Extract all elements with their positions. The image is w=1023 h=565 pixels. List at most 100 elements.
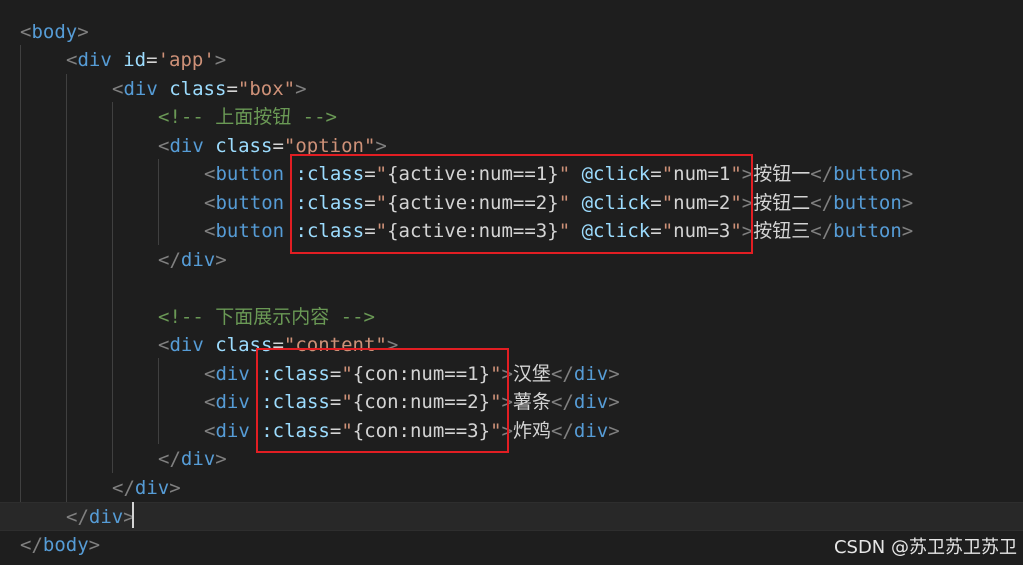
code-token-tag-name: div — [180, 448, 216, 470]
code-token-tag-punct: < — [204, 391, 216, 413]
code-line[interactable]: </div> — [0, 474, 1023, 503]
watermark: CSDN @苏卫苏卫苏卫 — [833, 537, 1017, 558]
code-line[interactable]: <div id='app'> — [0, 46, 1023, 75]
code-token-tag-name: div — [123, 78, 158, 100]
code-token-string: "box" — [237, 78, 296, 100]
text-cursor — [132, 502, 134, 528]
code-token-tag-punct: > — [901, 163, 914, 185]
code-token-tag-punct: > — [608, 420, 620, 442]
code-line-content: <div id='app'> — [66, 46, 226, 75]
code-token-plain: = — [272, 135, 284, 157]
code-token-tag-punct: </ — [112, 477, 135, 499]
code-line[interactable]: <div class="content"> — [0, 331, 1023, 360]
code-token-tag-punct: < — [204, 420, 216, 442]
code-line[interactable]: </div> — [0, 445, 1023, 474]
code-token-text: 按钮三 — [753, 220, 811, 242]
code-token-tag-name: div — [77, 49, 112, 71]
code-line[interactable]: <!-- 上面按钮 --> — [0, 103, 1023, 132]
code-token-tag-punct: </ — [66, 506, 89, 528]
code-token-tag-punct: </ — [20, 534, 43, 556]
code-token-attr-name: class — [169, 78, 227, 100]
code-line[interactable]: <div :class="{con:num==3}">炸鸡</div> — [0, 417, 1023, 446]
code-token-tag-name: div — [573, 363, 609, 385]
code-token-tag-name: div — [169, 334, 204, 356]
code-token-comment: <!-- 上面按钮 --> — [158, 106, 337, 128]
code-token-tag-punct: > — [901, 192, 914, 214]
code-token-tag-name: button — [215, 192, 285, 214]
code-token-tag-name: button — [833, 220, 902, 242]
code-token-attr-name: id — [123, 49, 147, 71]
code-token-tag-name: button — [215, 220, 285, 242]
code-token-tag-punct: < — [204, 220, 216, 242]
code-token-tag-punct: </ — [550, 420, 574, 442]
code-token-tag-punct: > — [901, 220, 914, 242]
code-line-content: </div> — [112, 474, 181, 503]
code-line[interactable]: </div> — [0, 502, 1023, 531]
code-token-attr-name: class — [215, 135, 273, 157]
code-token-tag-punct: < — [158, 135, 170, 157]
code-token-tag-punct: < — [112, 78, 124, 100]
code-token-string: 'app' — [157, 49, 215, 71]
code-line[interactable]: <div :class="{con:num==1}">汉堡</div> — [0, 360, 1023, 389]
code-token-text: 汉堡 — [512, 363, 551, 385]
code-token-tag-name: div — [215, 363, 250, 385]
code-line[interactable]: <!-- 下面展示内容 --> — [0, 303, 1023, 332]
code-token-tag-punct: < — [204, 192, 216, 214]
code-token-tag-name: button — [215, 163, 285, 185]
code-token-tag-punct: < — [158, 334, 170, 356]
code-token-tag-punct: < — [20, 21, 32, 43]
code-token-tag-name: div — [215, 420, 250, 442]
code-token-tag-punct: </ — [550, 363, 574, 385]
code-token-tag-punct: </ — [158, 249, 181, 271]
highlight-box-button-bindings — [290, 154, 753, 254]
code-token-tag-punct: > — [88, 534, 101, 556]
code-line-content: </div> — [66, 503, 135, 532]
code-line[interactable]: <body> — [0, 18, 1023, 47]
code-token-tag-punct: </ — [810, 163, 834, 185]
code-line-content: </body> — [20, 531, 100, 560]
code-token-tag-punct: < — [204, 363, 216, 385]
code-line[interactable]: <div class="box"> — [0, 75, 1023, 104]
code-token-plain: = — [226, 78, 238, 100]
code-line-content: </div> — [158, 246, 227, 275]
code-token-text: 炸鸡 — [512, 420, 551, 442]
code-token-tag-punct: < — [66, 49, 78, 71]
code-token-tag-punct: > — [215, 448, 227, 470]
code-token-text: 按钮一 — [753, 163, 811, 185]
code-token-tag-name: div — [180, 249, 216, 271]
code-token-tag-punct: </ — [810, 192, 834, 214]
code-token-tag-name: div — [134, 477, 170, 499]
code-token-tag-punct: > — [295, 78, 307, 100]
code-token-tag-name: div — [573, 391, 609, 413]
code-token-text: 按钮二 — [753, 192, 811, 214]
code-token-tag-punct: > — [608, 363, 620, 385]
code-line-content: <div class="box"> — [112, 75, 307, 104]
code-token-plain: = — [146, 49, 158, 71]
code-token-tag-name: button — [833, 192, 902, 214]
code-line-content: </div> — [158, 445, 227, 474]
code-token-tag-punct: > — [169, 477, 181, 499]
code-token-tag-punct: > — [77, 21, 89, 43]
code-token-text: 薯条 — [512, 391, 551, 413]
code-line-content: <body> — [20, 18, 89, 47]
code-token-tag-name: div — [573, 420, 609, 442]
code-token-tag-punct: > — [608, 391, 620, 413]
code-token-tag-name: div — [169, 135, 204, 157]
code-line-content: <!-- 上面按钮 --> — [158, 103, 337, 132]
code-token-tag-punct: > — [215, 249, 227, 271]
code-token-tag-punct: </ — [550, 391, 574, 413]
code-token-tag-punct: </ — [158, 448, 181, 470]
code-line[interactable]: <div :class="{con:num==2}">薯条</div> — [0, 388, 1023, 417]
code-token-tag-name: button — [833, 163, 902, 185]
code-token-tag-name: body — [31, 21, 78, 43]
code-token-tag-punct: > — [214, 49, 227, 71]
code-token-tag-name: body — [42, 534, 89, 556]
code-line-content: <!-- 下面展示内容 --> — [158, 303, 375, 332]
code-token-comment: <!-- 下面展示内容 --> — [158, 306, 375, 328]
code-line[interactable] — [0, 274, 1023, 303]
code-token-tag-punct: </ — [810, 220, 834, 242]
